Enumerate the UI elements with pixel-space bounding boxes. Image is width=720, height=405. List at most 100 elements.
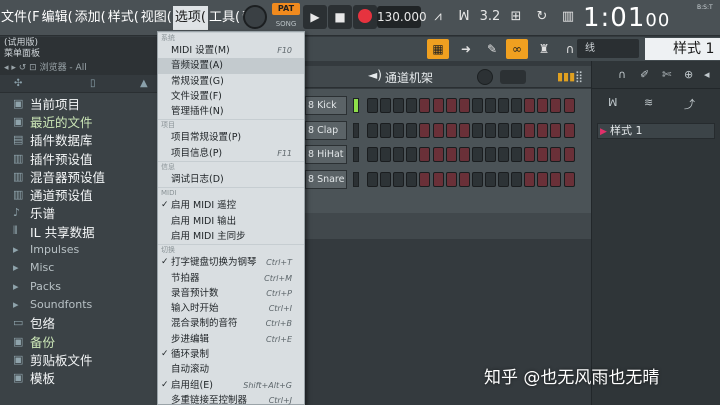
audio-tab-icon[interactable]: ≋ (644, 96, 653, 109)
menu-item[interactable]: 管理插件(N) (158, 104, 304, 119)
menu-item-6[interactable]: 工具( (208, 6, 241, 30)
browser-item[interactable]: ▣ 最近的文件 (0, 112, 157, 130)
channel-select-led[interactable] (353, 171, 359, 187)
channel-filter-button[interactable] (500, 70, 526, 84)
channel-select-led[interactable] (353, 98, 359, 113)
menu-item[interactable]: 输入时开始 Ctrl+I (158, 301, 304, 316)
browser-item[interactable]: ▣ 当前项目 (0, 94, 157, 112)
wait-input-icon[interactable]: ꟽ (451, 4, 477, 30)
browser-item[interactable]: ▸ Misc (0, 259, 157, 277)
stop-button[interactable]: ■ (328, 5, 352, 29)
channel-select-led[interactable] (353, 122, 359, 138)
tempo-display[interactable]: 130.000 (377, 6, 427, 28)
step-button[interactable] (550, 147, 562, 162)
step-button[interactable] (511, 98, 523, 113)
step-button[interactable] (563, 98, 575, 113)
blend-notes-icon[interactable]: ⊞ (503, 4, 529, 30)
step-button[interactable] (484, 171, 496, 187)
step-button[interactable] (458, 171, 470, 187)
browser-item[interactable]: ⫴ IL 共享数据 (0, 222, 157, 240)
step-button[interactable] (524, 147, 536, 162)
step-button[interactable] (524, 171, 536, 187)
menu-item-2[interactable]: 添加( (74, 6, 107, 30)
menu-item[interactable]: 文件设置(F) (158, 89, 304, 104)
browser-item[interactable]: ▣ 剪贴板文件 (0, 350, 157, 368)
pencil-tool-icon[interactable]: ✎ (481, 39, 503, 59)
step-button[interactable] (563, 147, 575, 162)
step-button[interactable] (511, 122, 523, 138)
pattern-song-switch[interactable]: PAT SONG (272, 3, 300, 33)
step-button[interactable] (380, 122, 392, 138)
master-volume-knob[interactable] (243, 5, 267, 29)
speaker-small-icon[interactable]: ◂ (704, 68, 710, 81)
step-button[interactable] (537, 171, 549, 187)
graph-editor-icon[interactable]: ▮▮▮ (557, 70, 575, 83)
channel-name-button[interactable]: 8 HiHat (305, 145, 347, 164)
step-button[interactable] (406, 171, 418, 187)
step-button[interactable] (367, 147, 378, 162)
snap-selector[interactable]: 线 (577, 39, 639, 58)
menu-item[interactable]: 项目信息(P) F11 (158, 146, 304, 161)
step-button[interactable] (550, 122, 562, 138)
step-button[interactable] (445, 147, 457, 162)
menu-item-5[interactable]: 选项( (172, 6, 208, 30)
countdown-icon[interactable]: 3.2 (477, 4, 503, 30)
step-button[interactable] (471, 171, 483, 187)
channel-name-button[interactable]: 8 Snare (305, 169, 347, 189)
step-button[interactable] (445, 122, 457, 138)
menu-item[interactable]: 调试日志(D) (158, 172, 304, 187)
step-button[interactable] (537, 147, 549, 162)
step-arrow-icon[interactable]: ➜ (455, 39, 477, 59)
menu-item[interactable]: 录音预计数 Ctrl+P (158, 286, 304, 301)
menu-item[interactable]: ✓ 启用组(E) Shift+Alt+G (158, 378, 304, 393)
browser-item[interactable]: ▥ 插件预设值 (0, 149, 157, 167)
step-button[interactable] (393, 122, 405, 138)
step-button[interactable] (380, 171, 392, 187)
browser-item[interactable]: ▸ Impulses (0, 240, 157, 258)
browser-file-icon[interactable]: ▯ (90, 78, 96, 89)
step-button[interactable] (380, 147, 392, 162)
step-button[interactable] (498, 98, 509, 113)
menu-item[interactable]: 步进编辑 Ctrl+E (158, 332, 304, 347)
step-button[interactable] (393, 98, 405, 113)
menu-item[interactable]: 项目常规设置(P) (158, 130, 304, 145)
step-button[interactable] (458, 98, 470, 113)
step-button[interactable] (458, 147, 470, 162)
step-button[interactable] (419, 147, 431, 162)
pattern-tab-icon[interactable]: ꟽ (608, 96, 618, 109)
menu-item[interactable]: ✓ 启用 MIDI 遥控 (158, 198, 304, 213)
browser-item[interactable]: ▭ 包络 (0, 314, 157, 332)
play-button[interactable]: ▶ (303, 5, 327, 29)
step-button[interactable] (498, 171, 509, 187)
menu-item[interactable]: 启用 MIDI 主同步 (158, 229, 304, 244)
step-button[interactable] (484, 122, 496, 138)
step-button[interactable] (419, 98, 431, 113)
browser-nav-icons[interactable]: ◂ ▸ ↺ ⊡ (4, 63, 40, 73)
step-button[interactable] (432, 122, 444, 138)
menu-item[interactable]: MIDI 设置(M) F10 (158, 43, 304, 58)
step-button[interactable] (406, 122, 418, 138)
browser-item[interactable]: ▸ Packs (0, 277, 157, 295)
menu-item[interactable]: 启用 MIDI 输出 (158, 214, 304, 229)
pattern-selector[interactable]: 样式 1 (645, 38, 720, 60)
step-button[interactable] (550, 171, 562, 187)
step-button[interactable] (406, 147, 418, 162)
browser-item[interactable]: ▤ 插件数据库 (0, 131, 157, 149)
step-button[interactable] (380, 98, 392, 113)
step-button[interactable] (432, 98, 444, 113)
step-button[interactable] (367, 122, 378, 138)
step-button[interactable] (484, 147, 496, 162)
plugin-picker-icon[interactable]: ♜ (533, 39, 555, 59)
playlist-pattern-item[interactable]: ▶ 样式 1 (597, 123, 715, 139)
step-button[interactable] (471, 122, 483, 138)
step-button[interactable] (484, 98, 496, 113)
brush-icon[interactable]: ✐ (640, 68, 649, 81)
step-button[interactable] (511, 171, 523, 187)
channel-rack-titlebar[interactable]: ◄) 通道机架 ▮▮▮ ⣿ (305, 66, 592, 88)
channel-name-button[interactable]: 8 Kick (305, 96, 347, 115)
step-button[interactable] (406, 98, 418, 113)
browser-item[interactable]: ▣ 备份 (0, 332, 157, 350)
step-button[interactable] (524, 122, 536, 138)
loop-record-icon[interactable]: ↻ (529, 4, 555, 30)
step-button[interactable] (563, 122, 575, 138)
